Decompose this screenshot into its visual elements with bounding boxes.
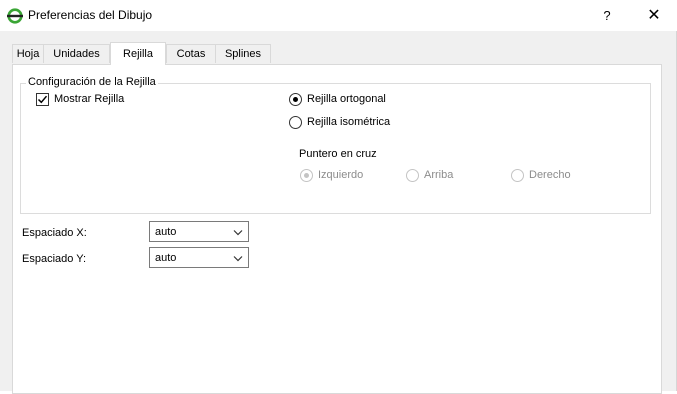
- spacing-y-select[interactable]: auto: [149, 247, 249, 268]
- radio-selected-dot: [293, 97, 298, 102]
- crosshair-top-label: Arriba: [424, 169, 454, 181]
- spacing-x-label: Espaciado X:: [22, 227, 87, 239]
- tab-rejilla[interactable]: Rejilla: [110, 42, 166, 65]
- radio-selected-dot: [304, 173, 309, 178]
- tab-hoja[interactable]: Hoja: [12, 44, 44, 63]
- help-button[interactable]: ?: [590, 0, 624, 31]
- tab-cotas[interactable]: Cotas: [166, 44, 216, 63]
- app-logo-icon: [7, 8, 23, 24]
- crosshair-right-label: Derecho: [529, 169, 571, 181]
- close-button[interactable]: ✕: [635, 0, 673, 31]
- orthogonal-grid-radio[interactable]: [289, 93, 302, 106]
- spacing-y-label: Espaciado Y:: [22, 253, 87, 265]
- tab-unidades[interactable]: Unidades: [43, 44, 110, 63]
- crosshair-title: Puntero en cruz: [299, 148, 377, 160]
- isometric-grid-radio[interactable]: [289, 116, 302, 129]
- spacing-y-value: auto: [155, 252, 177, 264]
- tab-splines[interactable]: Splines: [215, 44, 271, 63]
- window-title: Preferencias del Dibujo: [28, 8, 153, 22]
- spacing-x-select[interactable]: auto: [149, 221, 249, 242]
- crosshair-right-radio[interactable]: [511, 169, 524, 182]
- title-bar: Preferencias del Dibujo ? ✕: [0, 0, 677, 31]
- group-title: Configuración de la Rejilla: [26, 76, 158, 88]
- dialog-body: Hoja Unidades Rejilla Cotas Splines Conf…: [0, 31, 677, 394]
- crosshair-left-label: Izquierdo: [318, 169, 364, 181]
- orthogonal-grid-label: Rejilla ortogonal: [307, 93, 386, 105]
- tab-panel-rejilla: Configuración de la Rejilla Mostrar Reji…: [12, 64, 662, 394]
- grid-config-group: Configuración de la Rejilla Mostrar Reji…: [20, 76, 651, 214]
- checkmark-icon: [37, 95, 48, 104]
- crosshair-left-radio[interactable]: [300, 169, 313, 182]
- crosshair-top-radio[interactable]: [406, 169, 419, 182]
- show-grid-label: Mostrar Rejilla: [54, 93, 125, 105]
- spacing-x-value: auto: [155, 226, 177, 238]
- chevron-down-icon: [233, 230, 243, 236]
- chevron-down-icon: [233, 256, 243, 262]
- isometric-grid-label: Rejilla isométrica: [307, 116, 391, 128]
- show-grid-checkbox[interactable]: [36, 93, 49, 106]
